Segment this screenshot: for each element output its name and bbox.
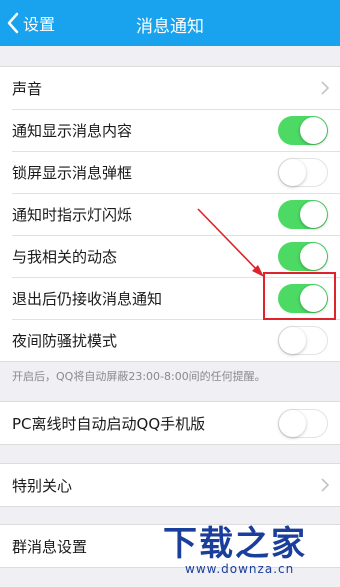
- watermark-text: 下载之家: [163, 524, 307, 564]
- row-label: 退出后仍接收消息通知: [12, 289, 163, 308]
- toggle-switch[interactable]: [278, 200, 328, 229]
- toggle-switch[interactable]: [278, 409, 328, 438]
- settings-row-led-blink: 通知时指示灯闪烁: [0, 193, 340, 235]
- watermark-url: www.downza.cn: [185, 562, 295, 576]
- toggle-knob: [300, 117, 327, 144]
- chevron-right-icon: [321, 81, 330, 95]
- settings-row-show-content: 通知显示消息内容: [0, 109, 340, 151]
- toggle-knob: [300, 201, 327, 228]
- toggle-switch[interactable]: [278, 242, 328, 271]
- toggle-switch[interactable]: [278, 326, 328, 355]
- toggle-knob: [279, 410, 306, 437]
- pc-offline-group: PC离线时自动启动QQ手机版: [0, 401, 340, 445]
- row-label: PC离线时自动启动QQ手机版: [12, 414, 206, 433]
- toggle-switch[interactable]: [278, 116, 328, 145]
- toggle-knob: [279, 327, 306, 354]
- row-label: 与我相关的动态: [12, 247, 118, 266]
- highlight-box: [263, 272, 336, 320]
- row-label: 声音: [12, 79, 43, 98]
- row-label: 通知时指示灯闪烁: [12, 205, 133, 224]
- special-care-group: 特别关心: [0, 463, 340, 507]
- arrow-annotation-icon: [197, 208, 264, 277]
- settings-row-special-care[interactable]: 特别关心: [0, 464, 340, 506]
- row-label: 特别关心: [12, 476, 73, 495]
- nav-bar: 设置 消息通知: [0, 0, 340, 46]
- chevron-right-icon: [321, 478, 330, 492]
- row-label: 通知显示消息内容: [12, 121, 133, 140]
- settings-row-night-mode: 夜间防骚扰模式: [0, 319, 340, 361]
- row-label: 夜间防骚扰模式: [12, 331, 118, 350]
- row-label: 锁屏显示消息弹框: [12, 163, 133, 182]
- toggle-knob: [279, 159, 306, 186]
- settings-row-lockscreen-popup: 锁屏显示消息弹框: [0, 151, 340, 193]
- toggle-switch[interactable]: [278, 158, 328, 187]
- settings-row-pc-offline: PC离线时自动启动QQ手机版: [0, 402, 340, 444]
- row-label: 群消息设置: [12, 537, 88, 556]
- toggle-knob: [300, 243, 327, 270]
- settings-row-related-updates: 与我相关的动态: [0, 235, 340, 277]
- settings-row-sound[interactable]: 声音: [0, 67, 340, 109]
- watermark-logo: 下载之家 www.downza.cn: [155, 510, 340, 587]
- night-mode-note: 开启后，QQ将自动屏蔽23:00-8:00间的任何提醒。: [12, 370, 266, 383]
- page-title: 消息通知: [136, 17, 204, 37]
